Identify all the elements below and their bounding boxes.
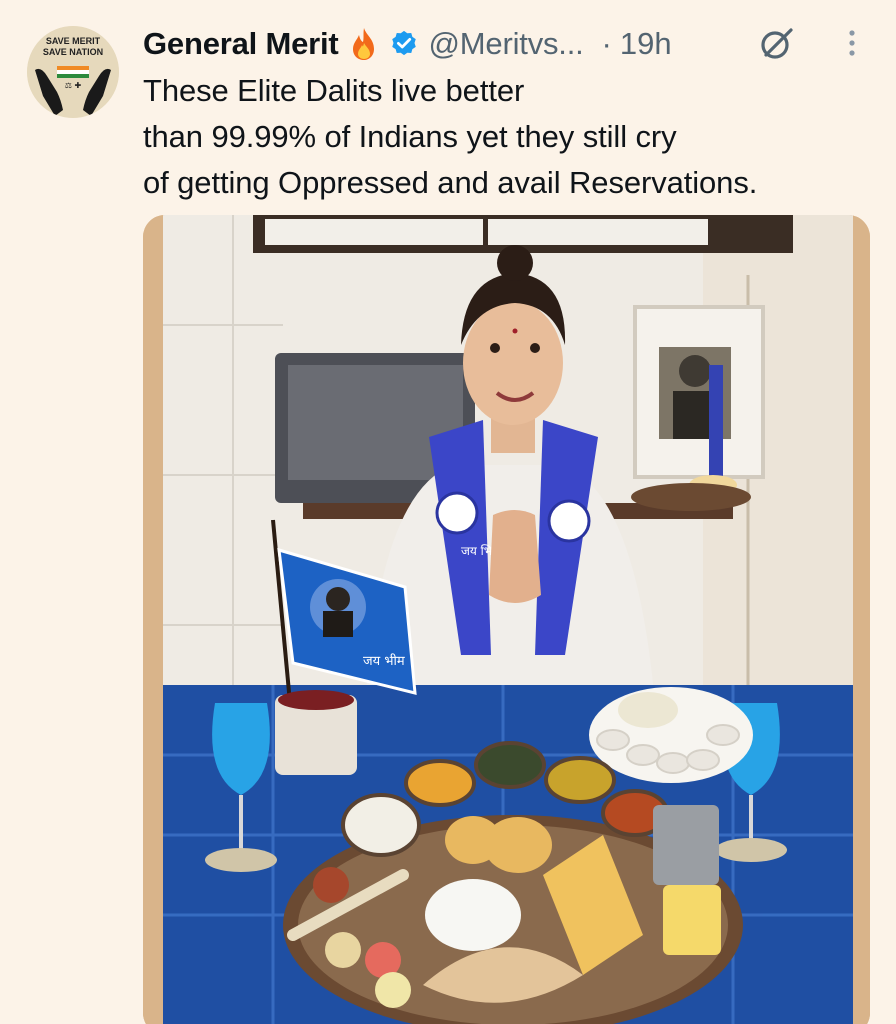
tweet-text-line: These Elite Dalits live better [143, 73, 525, 108]
handle[interactable]: @Meritvs... [429, 26, 584, 62]
tweet-photo[interactable]: जय भिम जय भीम [143, 215, 870, 1024]
avatar-text-1: SAVE MERIT [46, 36, 101, 46]
tweet-text: These Elite Dalits live better than 99.9… [143, 68, 873, 206]
display-name[interactable]: General Merit [143, 26, 339, 62]
verified-badge-icon [389, 29, 419, 59]
tweet-text-line: of getting Oppressed and avail Reservati… [143, 165, 758, 200]
avatar-text-2: SAVE NATION [43, 47, 103, 57]
timestamp[interactable]: 19h [620, 26, 672, 62]
photo-woman-with-food-thali: जय भिम जय भीम [143, 215, 870, 1024]
tweet-text-line: than 99.99% of Indians yet they still cr… [143, 119, 677, 154]
fire-icon [349, 27, 379, 61]
save-merit-hands-logo-icon: SAVE MERIT SAVE NATION ⚖ ✚ [27, 26, 119, 118]
separator-dot: · [601, 26, 612, 61]
svg-text:⚖ ✚: ⚖ ✚ [65, 81, 82, 90]
tweet[interactable]: SAVE MERIT SAVE NATION ⚖ ✚ General Merit… [0, 0, 896, 1024]
grok-icon[interactable] [757, 24, 797, 69]
avatar[interactable]: SAVE MERIT SAVE NATION ⚖ ✚ [27, 26, 119, 118]
flag-text: जय भीम [363, 653, 405, 669]
more-vertical-icon[interactable] [846, 28, 858, 67]
